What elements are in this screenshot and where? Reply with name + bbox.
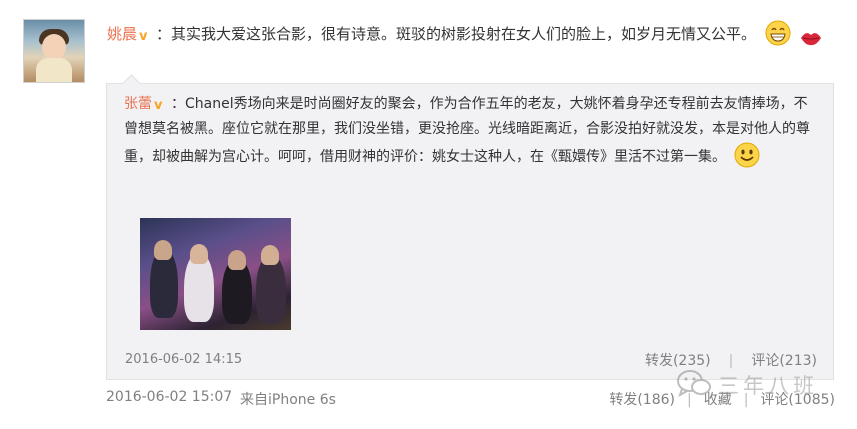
- photo-face: [190, 244, 208, 264]
- wechat-watermark: 三年八班: [676, 365, 818, 405]
- quote-pointer: [122, 74, 141, 93]
- quoted-author-name[interactable]: 张蕾: [124, 96, 152, 112]
- smiley-icon: [734, 142, 760, 177]
- author-avatar[interactable]: [23, 19, 85, 83]
- avatar-face: [42, 34, 66, 60]
- avatar-body: [36, 58, 72, 82]
- post-time[interactable]: 2016-06-02 15:07: [106, 389, 232, 405]
- quoted-text: Chanel秀场向来是时尚圈好友的聚会，作为合作五年的老友，大姚怀着身孕还专程前…: [124, 96, 810, 165]
- post-text: 其实我大爱这张合影，很有诗意。斑驳的树影投射在女人们的脸上，如岁月无情又公平。: [171, 25, 757, 43]
- lips-icon: [800, 29, 822, 54]
- photo-face: [154, 240, 172, 260]
- grinning-face-icon: [765, 20, 791, 54]
- post-separator: ：: [156, 25, 172, 43]
- post-source[interactable]: 来自iPhone 6s: [240, 389, 336, 409]
- repost-link[interactable]: 转发(186): [609, 392, 675, 408]
- photo-face: [261, 245, 279, 265]
- watermark-text: 三年八班: [718, 374, 818, 398]
- verified-badge-icon: v: [139, 29, 148, 44]
- post-author-name[interactable]: 姚晨: [107, 25, 137, 43]
- post-content: 姚晨 v ：其实我大爱这张合影，很有诗意。斑驳的树影投射在女人们的脸上，如岁月无情又…: [107, 20, 827, 54]
- quoted-post-content: 张蕾 v ：Chanel秀场向来是时尚圈好友的聚会，作为合作五年的老友，大姚怀着身孕…: [124, 92, 814, 177]
- quoted-post-time[interactable]: 2016-06-02 14:15: [125, 352, 242, 367]
- quoted-post-photo[interactable]: [140, 218, 291, 330]
- photo-face: [228, 250, 246, 270]
- quoted-post: 张蕾 v ：Chanel秀场向来是时尚圈好友的聚会，作为合作五年的老友，大姚怀着身孕…: [106, 74, 834, 380]
- verified-badge-icon: v: [154, 98, 163, 113]
- wechat-icon: [676, 368, 712, 402]
- quoted-separator: ：: [171, 96, 185, 112]
